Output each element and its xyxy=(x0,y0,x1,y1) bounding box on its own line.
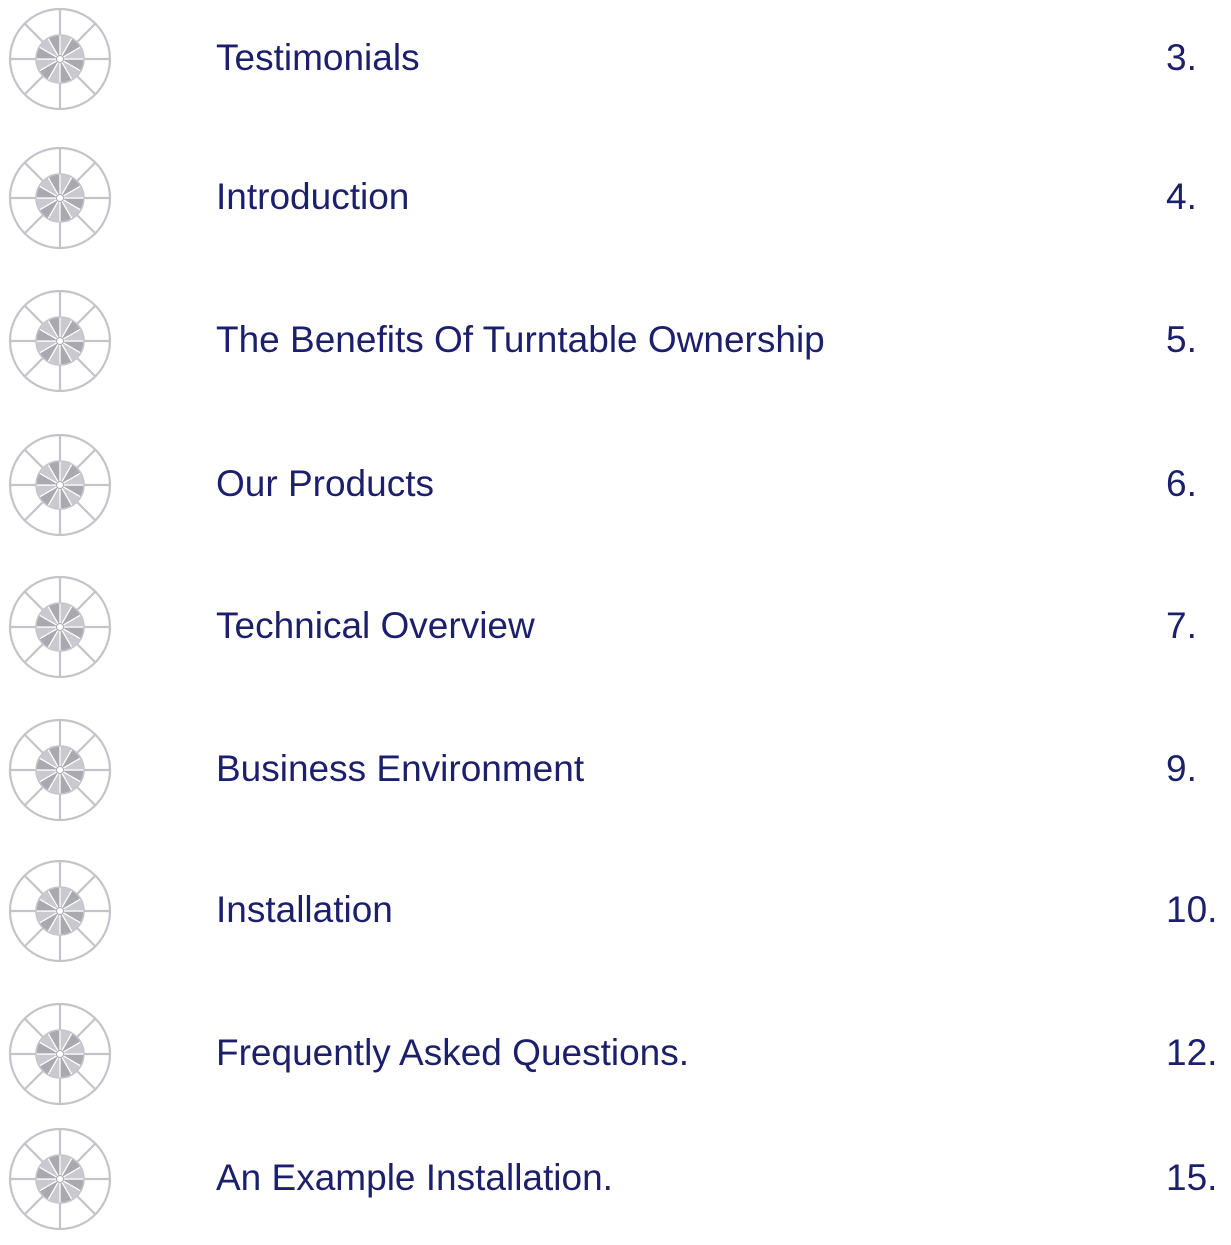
toc-entry-page-number: 9. xyxy=(1166,748,1197,789)
toc-entry-page-number: 4. xyxy=(1166,176,1197,217)
turntable-wheel-icon xyxy=(6,1000,114,1108)
table-of-contents: Testimonials 3. Introduction 4. The Bene… xyxy=(0,0,1231,1243)
toc-entry-title: Installation xyxy=(216,889,393,930)
turntable-wheel-icon xyxy=(6,5,114,113)
toc-entry: Frequently Asked Questions. 12. xyxy=(0,1000,1231,1120)
toc-entry: Installation 10. xyxy=(0,857,1231,977)
turntable-wheel-icon xyxy=(6,431,114,539)
toc-entry-page-number: 6. xyxy=(1166,463,1197,504)
toc-entry-page-number: 10. xyxy=(1166,889,1218,930)
turntable-wheel-icon xyxy=(6,1125,114,1233)
toc-entry: Introduction 4. xyxy=(0,144,1231,264)
turntable-wheel-icon xyxy=(6,857,114,965)
toc-entry-title: An Example Installation. xyxy=(216,1157,613,1198)
toc-entry: Technical Overview 7. xyxy=(0,573,1231,693)
toc-entry-page-number: 5. xyxy=(1166,319,1197,360)
toc-entry-page-number: 3. xyxy=(1166,37,1197,78)
turntable-wheel-icon xyxy=(6,287,114,395)
turntable-wheel-icon xyxy=(6,716,114,824)
toc-entry-page-number: 7. xyxy=(1166,605,1197,646)
toc-entry: The Benefits Of Turntable Ownership 5. xyxy=(0,287,1231,407)
toc-entry-title: Testimonials xyxy=(216,37,420,78)
toc-entry-title: Frequently Asked Questions. xyxy=(216,1032,690,1073)
toc-entry: Business Environment 9. xyxy=(0,716,1231,836)
toc-entry-title: Technical Overview xyxy=(216,605,535,646)
turntable-wheel-icon xyxy=(6,573,114,681)
toc-entry-title: Business Environment xyxy=(216,748,585,789)
turntable-wheel-icon xyxy=(6,144,114,252)
toc-entry-title: Our Products xyxy=(216,463,434,504)
toc-entry-title: The Benefits Of Turntable Ownership xyxy=(216,319,825,360)
toc-entry-title: Introduction xyxy=(216,176,410,217)
toc-entry: Testimonials 3. xyxy=(0,5,1231,125)
toc-entry-page-number: 15. xyxy=(1166,1157,1218,1198)
toc-entry-page-number: 12. xyxy=(1166,1032,1218,1073)
toc-entry: An Example Installation. 15. xyxy=(0,1125,1231,1245)
toc-entry: Our Products 6. xyxy=(0,431,1231,551)
